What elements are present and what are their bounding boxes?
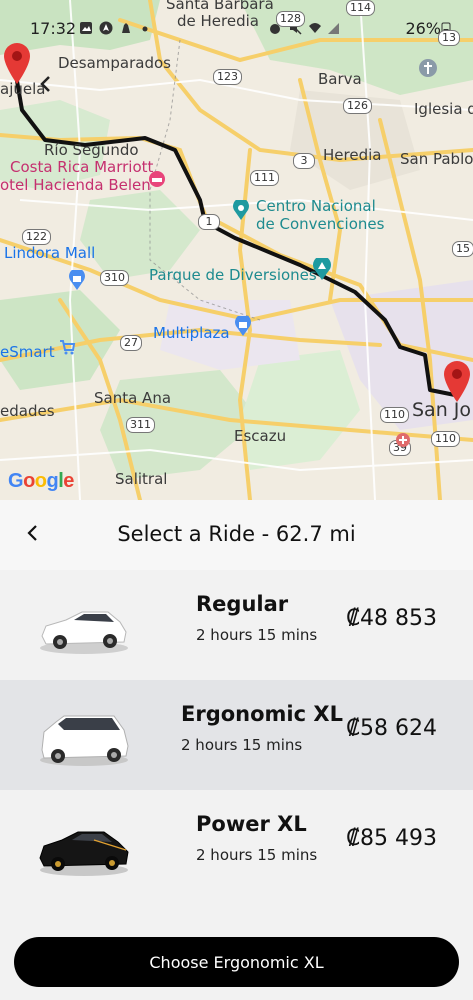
map-label: Iglesia d — [414, 100, 473, 118]
ride-duration: 2 hours 15 mins — [196, 626, 318, 644]
ride-price: ₡48 853 — [346, 606, 437, 631]
navigation-icon — [99, 21, 113, 35]
road-shield: 128 — [276, 11, 305, 27]
battery-level: 26% — [405, 19, 441, 38]
ride-option-regular[interactable]: Regular 2 hours 15 mins ₡48 853 — [0, 570, 473, 680]
map-label: Centro Nacional — [256, 197, 376, 215]
wifi-icon — [309, 23, 321, 33]
sedan-car-icon — [40, 611, 128, 654]
google-logo: Google — [8, 470, 74, 492]
sheet-title: Select a Ride - 62.7 mi — [117, 522, 356, 546]
map-label: otel Hacienda Belen — [0, 176, 151, 194]
black-sedan-car-icon — [39, 831, 129, 876]
map-label: San Pablo — [400, 150, 473, 168]
gallery-icon — [80, 22, 92, 34]
minivan-car-icon — [40, 715, 129, 766]
road-shield: 111 — [250, 170, 279, 186]
ride-name: Ergonomic XL — [181, 702, 343, 726]
choose-ride-button[interactable]: Choose Ergonomic XL — [14, 937, 459, 987]
map-label: de Heredia — [177, 12, 259, 30]
road-shield: 27 — [120, 335, 142, 351]
ride-duration: 2 hours 15 mins — [181, 736, 303, 754]
map-label: San Jo — [412, 399, 472, 421]
road-shield: 311 — [126, 417, 155, 433]
ride-name: Regular — [196, 592, 289, 616]
landmark-icon — [233, 200, 249, 220]
status-time: 17:32 — [30, 19, 77, 38]
map-label: Santa Barbara — [166, 0, 274, 13]
route-map[interactable]: 17:32 26% 114 128 13 123 126 3 111 1 122… — [0, 0, 473, 500]
destination-pin-icon — [444, 361, 470, 402]
hospital-icon — [396, 433, 410, 447]
road-shield: 114 — [346, 0, 375, 16]
map-label: eSmart — [0, 343, 55, 361]
sheet-header: Select a Ride - 62.7 mi — [0, 500, 473, 570]
park-icon — [313, 258, 331, 280]
ride-price: ₡58 624 — [346, 716, 437, 741]
map-label: edades — [0, 402, 55, 420]
ride-price: ₡85 493 — [346, 826, 437, 851]
shopping-icon — [69, 270, 85, 290]
ride-selection-sheet: Select a Ride - 62.7 mi Regular 2 hours … — [0, 500, 473, 1000]
church-icon — [419, 59, 437, 77]
map-label: de Convenciones — [256, 215, 385, 233]
dot-icon — [142, 26, 148, 32]
map-label: Escazu — [234, 427, 287, 445]
road-shield: 1 — [198, 214, 220, 230]
ride-option-power-xl[interactable]: Power XL 2 hours 15 mins ₡85 493 — [0, 790, 473, 900]
map-label: Heredia — [323, 146, 382, 164]
road-shield: 310 — [100, 270, 129, 286]
map-label: Barva — [318, 70, 362, 88]
map-label: Lindora Mall — [4, 244, 96, 262]
map-back-chevron-icon[interactable] — [36, 74, 56, 94]
road-shield: 122 — [22, 229, 51, 245]
road-shield: 15 — [452, 241, 473, 257]
road-shield: 110 — [431, 431, 460, 447]
shopping-cart-icon — [60, 340, 76, 355]
road-shield: 123 — [213, 69, 242, 85]
shopping-icon — [235, 316, 251, 336]
road-shield: 110 — [380, 407, 409, 423]
map-label: Santa Ana — [94, 389, 172, 407]
map-label: Desamparados — [58, 54, 171, 72]
hotel-icon — [149, 171, 165, 187]
ride-name: Power XL — [196, 812, 307, 836]
ride-duration: 2 hours 15 mins — [196, 846, 318, 864]
map-label: Parque de Diversiones — [149, 266, 317, 284]
road-shield: 3 — [293, 153, 315, 169]
road-shield: 126 — [343, 98, 372, 114]
ride-option-ergonomic-xl[interactable]: Ergonomic XL 2 hours 15 mins ₡58 624 — [0, 680, 473, 790]
map-label: Multiplaza — [153, 324, 230, 342]
map-label: Río Segundo — [44, 141, 139, 159]
signal-icon — [328, 23, 339, 34]
notification-icon — [122, 23, 130, 33]
origin-pin-icon — [4, 43, 30, 84]
road-shield: 13 — [438, 30, 460, 46]
map-label: Costa Rica Marriott — [10, 158, 154, 176]
map-label: Salitral — [115, 470, 168, 488]
